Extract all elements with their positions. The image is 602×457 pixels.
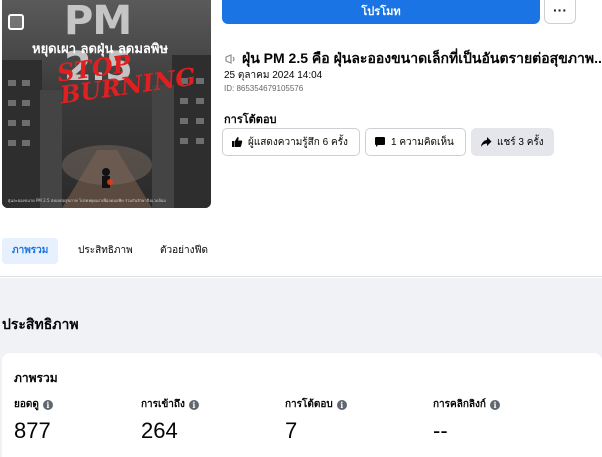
info-icon[interactable]: i xyxy=(188,399,199,410)
metric-label: ยอดดู xyxy=(14,399,39,410)
metric-reach: การเข้าถึง i 264 xyxy=(141,397,199,444)
tab-overview[interactable]: ภาพรวม xyxy=(2,238,59,264)
post-header-panel: PM 2.5 หยุดเผา ลดฝุ่น ลดมลพิษ STOP BURNI… xyxy=(0,0,602,278)
metric-value: -- xyxy=(433,418,448,443)
metric-label: การเข้าถึง xyxy=(141,399,185,410)
tab-bar: ภาพรวม ประสิทธิภาพ ตัวอย่างฟีด xyxy=(0,234,602,268)
post-date: 25 ตุลาคม 2024 14:04 xyxy=(224,70,323,81)
metric-engagement: การโต้ตอบ i 7 xyxy=(285,397,347,444)
thumbs-up-icon xyxy=(232,137,243,147)
tab-divider xyxy=(0,276,602,277)
metric-label: การโต้ตอบ xyxy=(285,399,333,410)
comments-button[interactable]: 1 ความคิดเห็น xyxy=(365,128,466,156)
performance-section-title: ประสิทธิภาพ xyxy=(2,316,79,332)
reactions-label: ผู้แสดงความรู้สึก 6 ครั้ง xyxy=(248,136,348,148)
overview-card-title: ภาพรวม xyxy=(14,371,58,385)
metric-value: 264 xyxy=(141,418,178,443)
comment-icon xyxy=(375,137,385,147)
overview-card: ภาพรวม ยอดดู i 877 การเข้าถึง i 264 การโ… xyxy=(2,353,602,457)
tab-feed-preview[interactable]: ตัวอย่างฟีด xyxy=(150,238,218,264)
info-icon[interactable]: i xyxy=(42,399,53,410)
share-arrow-icon xyxy=(481,137,492,147)
post-thumbnail[interactable]: PM 2.5 หยุดเผา ลดฝุ่น ลดมลพิษ STOP BURNI… xyxy=(2,0,211,208)
tab-performance[interactable]: ประสิทธิภาพ xyxy=(68,238,143,264)
image-frame-icon xyxy=(8,14,24,30)
post-title-text: ฝุ่น PM 2.5 คือ ฝุ่นละอองขนาดเล็กที่เป็น… xyxy=(242,50,602,66)
metric-link-clicks: การคลิกลิงก์ i -- xyxy=(433,397,500,444)
responses-label: การโต้ตอบ xyxy=(224,114,277,126)
announcement-icon xyxy=(225,54,235,64)
reactions-button[interactable]: ผู้แสดงความรู้สึก 6 ครั้ง xyxy=(222,128,360,156)
post-id: ID: 865354679105576 xyxy=(224,84,304,93)
shares-button[interactable]: แชร์ 3 ครั้ง xyxy=(471,128,554,156)
shares-label: แชร์ 3 ครั้ง xyxy=(497,136,544,148)
metric-value: 877 xyxy=(14,418,51,443)
info-icon[interactable]: i xyxy=(336,399,347,410)
more-options-button[interactable]: ··· xyxy=(544,0,576,24)
promote-button[interactable]: โปรโมท xyxy=(222,0,540,24)
info-icon[interactable]: i xyxy=(489,399,500,410)
post-title[interactable]: ฝุ่น PM 2.5 คือ ฝุ่นละอองขนาดเล็กที่เป็น… xyxy=(224,48,602,70)
metric-label: การคลิกลิงก์ xyxy=(433,399,486,410)
thumbnail-caption: ฝุ่นละอองขนาด PM 2.5 ส่งผลต่อสุขภาพ โปรด… xyxy=(8,198,166,203)
metric-value: 7 xyxy=(285,418,298,443)
comments-label: 1 ความคิดเห็น xyxy=(391,136,454,148)
metric-views: ยอดดู i 877 xyxy=(14,397,53,444)
